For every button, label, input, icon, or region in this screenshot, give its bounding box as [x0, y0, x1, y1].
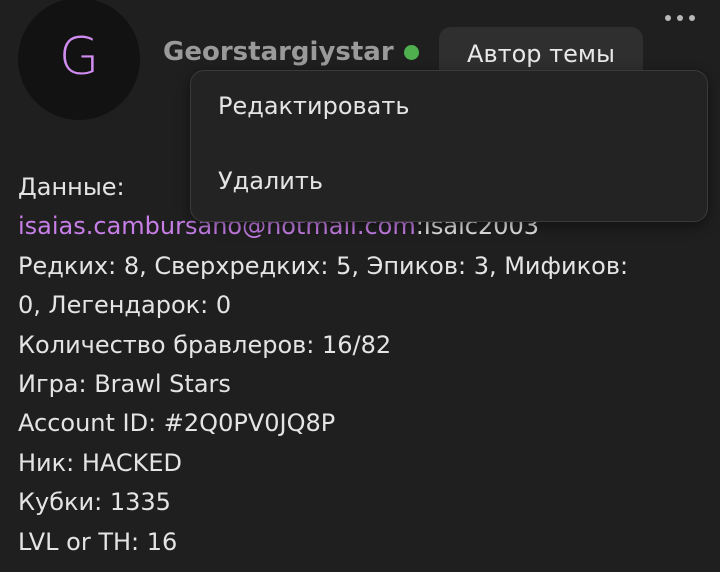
- game-name: Игра: Brawl Stars: [18, 370, 231, 399]
- brawlers-count: Количество бравлеров: 16/82: [18, 330, 392, 359]
- account-id: Account ID: #2Q0PV0JQ8P: [18, 409, 336, 438]
- level: LVL or TH: 16: [18, 527, 178, 556]
- rarity-line-2: 0, Легендарок: 0: [18, 291, 232, 320]
- more-options-button[interactable]: [660, 4, 700, 32]
- more-dot-icon: [677, 15, 683, 21]
- online-status-dot: [404, 45, 419, 60]
- user-avatar[interactable]: G: [18, 0, 140, 120]
- menu-item-delete[interactable]: Удалить: [218, 164, 323, 198]
- username[interactable]: Georstargiystar: [163, 34, 394, 70]
- post-content: Данные: isaias.cambursano@hotmail.com:Is…: [18, 168, 698, 562]
- more-dot-icon: [665, 15, 671, 21]
- rarity-line-1: Редких: 8, Сверхредких: 5, Эпиков: 3, Ми…: [18, 251, 629, 280]
- avatar-letter: G: [58, 27, 100, 87]
- cups-count: Кубки: 1335: [18, 488, 171, 517]
- menu-item-edit[interactable]: Редактировать: [218, 89, 410, 123]
- post-options-menu: Редактировать Удалить: [190, 70, 708, 222]
- nickname: Ник: HACKED: [18, 448, 183, 477]
- more-dot-icon: [689, 15, 695, 21]
